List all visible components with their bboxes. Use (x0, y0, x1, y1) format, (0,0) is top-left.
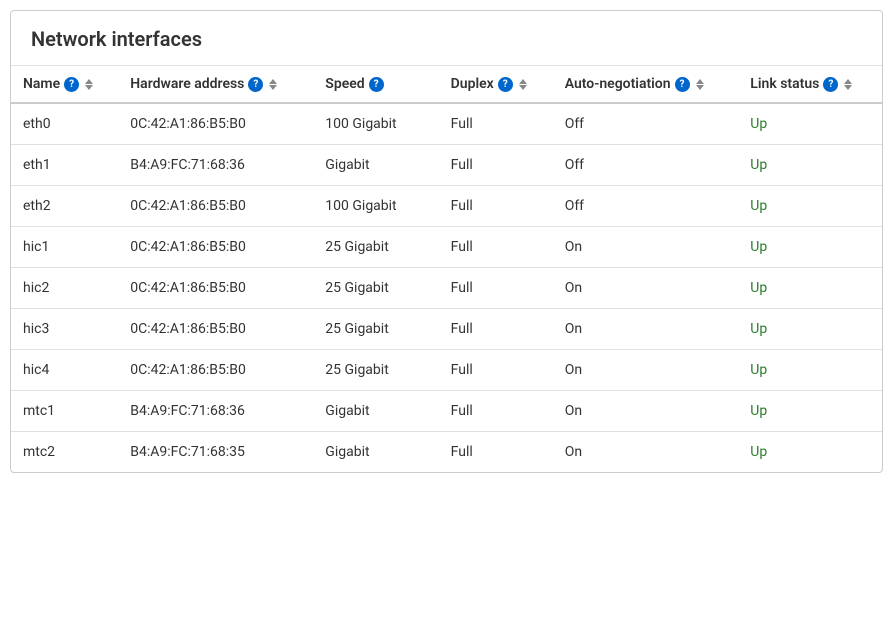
cell-speed: 25 Gigabit (313, 227, 438, 268)
table-row: eth00C:42:A1:86:B5:B0100 GigabitFullOffU… (11, 103, 882, 145)
cell-duplex: Full (439, 268, 553, 309)
cell-name: hic2 (11, 268, 118, 309)
cell-name: hic1 (11, 227, 118, 268)
table-row: eth20C:42:A1:86:B5:B0100 GigabitFullOffU… (11, 186, 882, 227)
table-header-row: Name ? Hardware address ? (11, 66, 882, 103)
cell-hardware_address: B4:A9:FC:71:68:36 (118, 391, 313, 432)
cell-name: hic4 (11, 350, 118, 391)
cell-speed: 100 Gigabit (313, 186, 438, 227)
cell-link_status: Up (738, 350, 882, 391)
cell-auto_negotiation: On (553, 391, 739, 432)
cell-duplex: Full (439, 227, 553, 268)
cell-speed: 100 Gigabit (313, 103, 438, 145)
cell-hardware_address: 0C:42:A1:86:B5:B0 (118, 186, 313, 227)
sort-icon-duplex[interactable] (519, 79, 527, 90)
table-row: hic40C:42:A1:86:B5:B025 GigabitFullOnUp (11, 350, 882, 391)
col-label-auto-negotiation: Auto-negotiation (565, 76, 671, 92)
cell-speed: Gigabit (313, 432, 438, 473)
help-icon-auto-negotiation[interactable]: ? (675, 77, 690, 92)
cell-name: mtc1 (11, 391, 118, 432)
col-label-name: Name (23, 76, 60, 92)
cell-link_status: Up (738, 309, 882, 350)
help-icon-speed[interactable]: ? (369, 77, 384, 92)
help-icon-link-status[interactable]: ? (823, 77, 838, 92)
cell-link_status: Up (738, 186, 882, 227)
col-header-duplex: Duplex ? (439, 66, 553, 103)
table-row: hic10C:42:A1:86:B5:B025 GigabitFullOnUp (11, 227, 882, 268)
cell-duplex: Full (439, 432, 553, 473)
cell-link_status: Up (738, 432, 882, 473)
cell-link_status: Up (738, 227, 882, 268)
cell-duplex: Full (439, 145, 553, 186)
col-header-hardware-address: Hardware address ? (118, 66, 313, 103)
table-row: hic20C:42:A1:86:B5:B025 GigabitFullOnUp (11, 268, 882, 309)
cell-auto_negotiation: On (553, 268, 739, 309)
col-header-link-status: Link status ? (738, 66, 882, 103)
cell-hardware_address: B4:A9:FC:71:68:35 (118, 432, 313, 473)
cell-hardware_address: 0C:42:A1:86:B5:B0 (118, 309, 313, 350)
help-icon-name[interactable]: ? (64, 77, 79, 92)
cell-hardware_address: 0C:42:A1:86:B5:B0 (118, 350, 313, 391)
cell-auto_negotiation: On (553, 227, 739, 268)
sort-icon-auto-negotiation[interactable] (696, 79, 704, 90)
cell-duplex: Full (439, 350, 553, 391)
cell-duplex: Full (439, 103, 553, 145)
sort-icon-hardware-address[interactable] (269, 79, 277, 90)
sort-icon-name[interactable] (85, 79, 93, 90)
cell-name: eth0 (11, 103, 118, 145)
cell-auto_negotiation: Off (553, 145, 739, 186)
cell-link_status: Up (738, 103, 882, 145)
cell-auto_negotiation: Off (553, 103, 739, 145)
cell-hardware_address: 0C:42:A1:86:B5:B0 (118, 227, 313, 268)
col-label-hardware-address: Hardware address (130, 76, 244, 92)
cell-link_status: Up (738, 391, 882, 432)
cell-link_status: Up (738, 145, 882, 186)
col-header-name: Name ? (11, 66, 118, 103)
network-interfaces-panel: Network interfaces Name ? Hardwar (10, 10, 883, 473)
table-row: eth1B4:A9:FC:71:68:36GigabitFullOffUp (11, 145, 882, 186)
col-label-speed: Speed (325, 76, 364, 92)
sort-icon-link-status[interactable] (844, 79, 852, 90)
cell-duplex: Full (439, 309, 553, 350)
network-interfaces-table: Name ? Hardware address ? (11, 66, 882, 472)
col-header-auto-negotiation: Auto-negotiation ? (553, 66, 739, 103)
col-header-speed: Speed ? (313, 66, 438, 103)
cell-speed: 25 Gigabit (313, 309, 438, 350)
help-icon-duplex[interactable]: ? (498, 77, 513, 92)
table-row: mtc2B4:A9:FC:71:68:35GigabitFullOnUp (11, 432, 882, 473)
table-row: mtc1B4:A9:FC:71:68:36GigabitFullOnUp (11, 391, 882, 432)
cell-hardware_address: B4:A9:FC:71:68:36 (118, 145, 313, 186)
cell-name: mtc2 (11, 432, 118, 473)
page-title: Network interfaces (11, 11, 882, 66)
col-label-duplex: Duplex (451, 76, 494, 92)
cell-duplex: Full (439, 391, 553, 432)
cell-auto_negotiation: On (553, 309, 739, 350)
cell-name: eth2 (11, 186, 118, 227)
cell-speed: Gigabit (313, 391, 438, 432)
cell-name: hic3 (11, 309, 118, 350)
cell-speed: 25 Gigabit (313, 350, 438, 391)
col-label-link-status: Link status (750, 76, 819, 92)
cell-speed: 25 Gigabit (313, 268, 438, 309)
cell-auto_negotiation: On (553, 432, 739, 473)
cell-link_status: Up (738, 268, 882, 309)
cell-auto_negotiation: Off (553, 186, 739, 227)
cell-name: eth1 (11, 145, 118, 186)
cell-hardware_address: 0C:42:A1:86:B5:B0 (118, 103, 313, 145)
cell-auto_negotiation: On (553, 350, 739, 391)
cell-hardware_address: 0C:42:A1:86:B5:B0 (118, 268, 313, 309)
cell-speed: Gigabit (313, 145, 438, 186)
help-icon-hardware-address[interactable]: ? (248, 77, 263, 92)
table-row: hic30C:42:A1:86:B5:B025 GigabitFullOnUp (11, 309, 882, 350)
cell-duplex: Full (439, 186, 553, 227)
